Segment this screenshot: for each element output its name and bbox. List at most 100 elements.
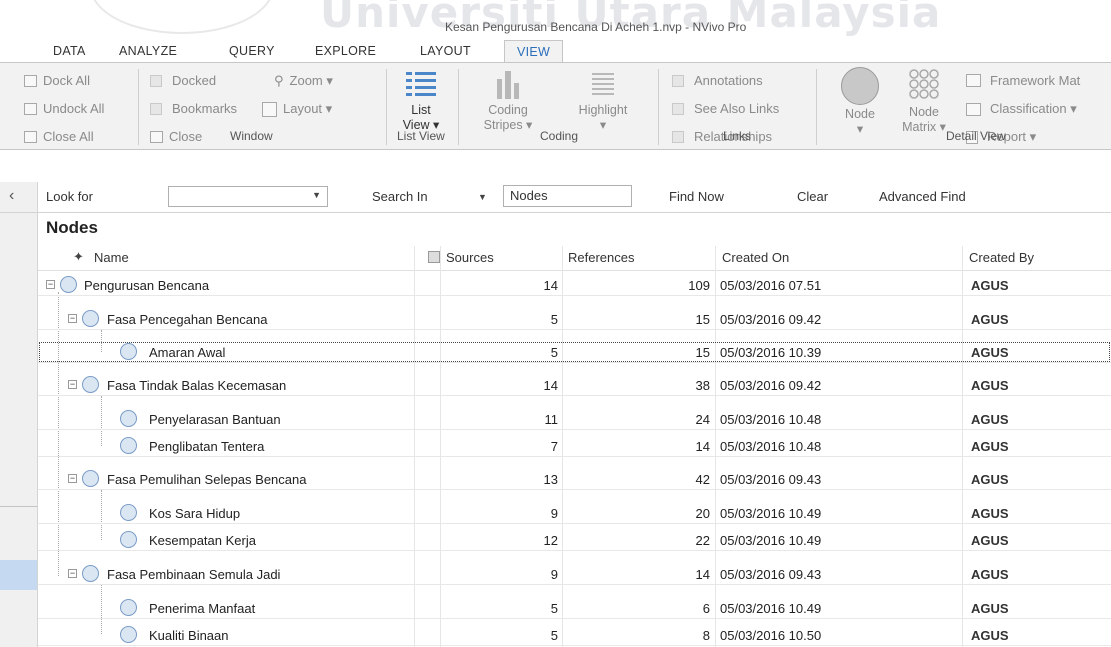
created-by-value: AGUS bbox=[971, 412, 1009, 427]
table-row-selected[interactable]: Amaran Awal 5 15 05/03/2016 10.39 AGUS bbox=[38, 341, 1111, 363]
collapse-toggle-icon[interactable]: − bbox=[68, 474, 77, 483]
tab-analyze[interactable]: ANALYZE bbox=[119, 44, 177, 58]
node-icon bbox=[82, 565, 99, 582]
tab-query[interactable]: QUERY bbox=[229, 44, 275, 58]
column-header-sources[interactable]: Sources bbox=[446, 250, 494, 265]
zoom-button[interactable]: ⚲ Zoom ▾ bbox=[274, 73, 333, 89]
created-by-value: AGUS bbox=[971, 567, 1009, 582]
column-header-created-on[interactable]: Created On bbox=[722, 250, 789, 265]
created-on-value: 05/03/2016 09.42 bbox=[720, 312, 822, 327]
look-for-dropdown[interactable]: ▼ bbox=[168, 186, 328, 207]
look-for-label: Look for bbox=[46, 189, 93, 204]
created-on-value: 05/03/2016 10.49 bbox=[720, 601, 822, 616]
created-on-value: 05/03/2016 09.43 bbox=[720, 567, 822, 582]
table-row[interactable]: − Fasa Tindak Balas Kecemasan 14 38 05/0… bbox=[38, 374, 1111, 396]
node-matrix-button[interactable]: Node Matrix ▾ bbox=[898, 67, 950, 135]
find-bar: Look for ▼ Search In ▼ Nodes Find Now Cl… bbox=[0, 182, 1111, 213]
dock-all-button[interactable]: Dock All bbox=[24, 73, 90, 88]
sources-value: 14 bbox=[543, 378, 558, 393]
node-name: Fasa Tindak Balas Kecemasan bbox=[107, 378, 287, 393]
advanced-find-button[interactable]: Advanced Find bbox=[879, 189, 966, 204]
checkbox-icon bbox=[672, 130, 684, 143]
collapse-toggle-icon[interactable]: − bbox=[68, 314, 77, 323]
column-header-references[interactable]: References bbox=[568, 250, 634, 265]
node-icon bbox=[120, 410, 137, 427]
coding-stripes-button[interactable]: Coding Stripes ▾ bbox=[478, 69, 538, 133]
node-name: Kos Sara Hidup bbox=[149, 506, 241, 521]
close-all-icon bbox=[24, 130, 37, 143]
column-header-created-by[interactable]: Created By bbox=[969, 250, 1034, 265]
table-row[interactable]: − Fasa Pencegahan Bencana 5 15 05/03/201… bbox=[38, 308, 1111, 330]
created-by-value: AGUS bbox=[971, 506, 1009, 521]
search-in-label: Search In bbox=[372, 189, 428, 204]
annotations-checkbox[interactable]: Annotations bbox=[672, 73, 763, 88]
collapse-toggle-icon[interactable]: − bbox=[68, 380, 77, 389]
sources-value: 5 bbox=[550, 345, 558, 360]
nav-divider bbox=[0, 506, 37, 507]
table-row[interactable]: Penerima Manfaat 5 6 05/03/2016 10.49 AG… bbox=[38, 597, 1111, 619]
pin-icon[interactable]: ✦ bbox=[73, 249, 84, 265]
references-value: 14 bbox=[695, 439, 710, 454]
classification-icon bbox=[966, 102, 981, 116]
table-row[interactable]: − Fasa Pemulihan Selepas Bencana 13 42 0… bbox=[38, 468, 1111, 490]
created-on-value: 05/03/2016 10.48 bbox=[720, 439, 822, 454]
created-on-value: 05/03/2016 10.48 bbox=[720, 412, 822, 427]
tab-data[interactable]: DATA bbox=[53, 44, 86, 58]
search-in-chevron-icon[interactable]: ▼ bbox=[478, 192, 487, 202]
node-icon bbox=[120, 626, 137, 643]
created-by-value: AGUS bbox=[971, 278, 1009, 293]
references-value: 6 bbox=[702, 601, 710, 616]
dock-all-icon bbox=[24, 74, 37, 87]
column-header-name[interactable]: Name bbox=[94, 250, 129, 265]
sources-value: 12 bbox=[543, 533, 558, 548]
node-name: Pengurusan Bencana bbox=[84, 278, 210, 293]
table-row[interactable]: − Pengurusan Bencana 14 109 05/03/2016 0… bbox=[38, 274, 1111, 296]
node-name: Kesempatan Kerja bbox=[149, 533, 256, 548]
created-on-value: 05/03/2016 10.49 bbox=[720, 506, 822, 521]
search-in-input[interactable]: Nodes bbox=[503, 185, 632, 207]
list-view-icon bbox=[406, 72, 436, 96]
list-view-button[interactable]: List View ▾ bbox=[396, 69, 446, 133]
group-label-list-view: List View bbox=[397, 129, 445, 143]
table-row[interactable]: Kesempatan Kerja 12 22 05/03/2016 10.49 … bbox=[38, 529, 1111, 551]
chevron-down-icon: ▼ bbox=[312, 190, 321, 200]
framework-matrix-button[interactable]: Framework Mat bbox=[966, 73, 1080, 88]
bookmarks-checkbox[interactable]: Bookmarks bbox=[150, 101, 237, 116]
table-row[interactable]: − Fasa Pembinaan Semula Jadi 9 14 05/03/… bbox=[38, 563, 1111, 585]
docked-checkbox[interactable]: Docked bbox=[150, 73, 216, 88]
collapse-toggle-icon[interactable]: − bbox=[46, 280, 55, 289]
collapse-toggle-icon[interactable]: − bbox=[68, 569, 77, 578]
nav-selected-item[interactable] bbox=[0, 560, 37, 590]
ribbon-separator bbox=[816, 69, 817, 145]
close-all-button[interactable]: Close All bbox=[24, 129, 94, 144]
references-value: 14 bbox=[695, 567, 710, 582]
undock-all-button[interactable]: Undock All bbox=[24, 101, 104, 116]
highlight-button[interactable]: Highlight ▾ bbox=[563, 69, 643, 133]
sources-value: 11 bbox=[544, 412, 559, 427]
created-by-value: AGUS bbox=[971, 378, 1009, 393]
classification-button[interactable]: Classification ▾ bbox=[966, 101, 1077, 117]
ribbon-separator bbox=[658, 69, 659, 145]
find-now-button[interactable]: Find Now bbox=[669, 189, 724, 204]
window-title: Kesan Pengurusan Bencana Di Acheh 1.nvp … bbox=[445, 20, 747, 34]
tab-layout[interactable]: LAYOUT bbox=[420, 44, 471, 58]
node-icon bbox=[82, 470, 99, 487]
clear-button[interactable]: Clear bbox=[797, 189, 828, 204]
framework-matrix-icon bbox=[966, 74, 981, 87]
created-by-value: AGUS bbox=[971, 472, 1009, 487]
node-name: Fasa Pembinaan Semula Jadi bbox=[107, 567, 281, 582]
node-icon bbox=[82, 376, 99, 393]
close-button[interactable]: Close bbox=[150, 129, 202, 144]
tab-view[interactable]: VIEW bbox=[504, 40, 564, 62]
table-row[interactable]: Penyelarasan Bantuan 11 24 05/03/2016 10… bbox=[38, 408, 1111, 430]
table-row[interactable]: Kos Sara Hidup 9 20 05/03/2016 10.49 AGU… bbox=[38, 502, 1111, 524]
sources-value: 14 bbox=[543, 278, 558, 293]
table-row[interactable]: Kualiti Binaan 5 8 05/03/2016 10.50 AGUS bbox=[38, 624, 1111, 646]
node-button[interactable]: Node ▾ bbox=[830, 67, 890, 137]
node-icon bbox=[82, 310, 99, 327]
tab-explore[interactable]: EXPLORE bbox=[315, 44, 376, 58]
see-also-links-checkbox[interactable]: See Also Links bbox=[672, 101, 779, 116]
layout-button[interactable]: Layout ▾ bbox=[262, 101, 332, 117]
table-row[interactable]: Penglibatan Tentera 7 14 05/03/2016 10.4… bbox=[38, 435, 1111, 457]
undock-all-icon bbox=[24, 102, 37, 115]
